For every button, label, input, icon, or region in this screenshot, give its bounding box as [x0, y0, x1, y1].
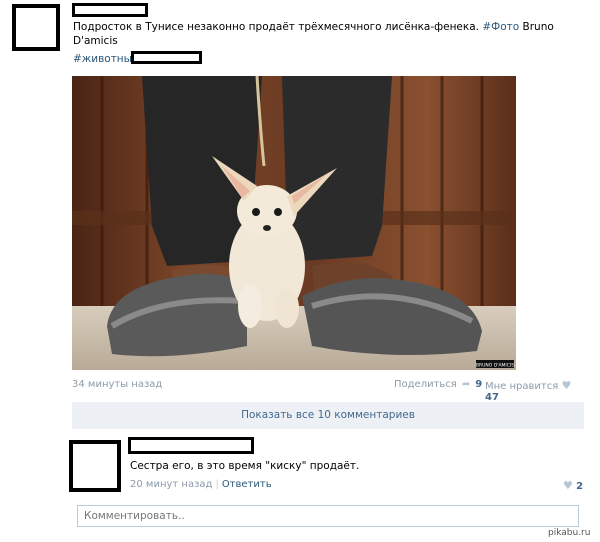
comment-like-count: 2	[576, 481, 584, 492]
share-label: Поделиться	[394, 379, 457, 390]
hashtag-link[interactable]: #животные	[73, 53, 138, 65]
post-time[interactable]: 34 минуты назад	[72, 379, 162, 390]
share-arrow-icon: ➦	[461, 379, 471, 390]
share-count: 9	[475, 379, 483, 390]
comment-input[interactable]	[77, 505, 579, 527]
comment-time[interactable]: 20 минут назад	[130, 479, 212, 490]
watermark: pikabu.ru	[548, 528, 591, 538]
share-button[interactable]: Поделиться ➦ 9	[394, 379, 482, 390]
comment-author-name-redacted[interactable]	[128, 437, 254, 454]
show-all-comments-button[interactable]: Показать все 10 комментариев	[72, 402, 584, 429]
hashtag-suffix-redacted	[131, 51, 202, 64]
heart-icon: ♥	[563, 479, 573, 492]
like-button[interactable]: Мне нравится ♥ 47	[485, 379, 582, 403]
post-text-main: Подросток в Тунисе незаконно продаёт трё…	[73, 21, 480, 33]
comment-like-button[interactable]: ♥ 2	[563, 479, 583, 492]
post-photo[interactable]: BRUNO D'AMICIS	[72, 76, 516, 370]
post-author-avatar-redacted[interactable]	[12, 4, 60, 51]
separator: |	[215, 479, 219, 490]
photo-credit: BRUNO D'AMICIS	[476, 363, 514, 369]
post-meta-row: 34 минуты назад Поделиться ➦ 9 Мне нрави…	[72, 379, 582, 403]
post-author-name-redacted[interactable]	[72, 3, 148, 17]
comment-text: Сестра его, в это время "киску" продаёт.	[130, 460, 360, 472]
reply-button[interactable]: Ответить	[222, 479, 272, 490]
post-text: Подросток в Тунисе незаконно продаёт трё…	[73, 20, 573, 48]
comment-meta: 20 минут назад | Ответить	[130, 479, 272, 490]
like-label: Мне нравится	[485, 381, 559, 392]
comment-author-avatar-redacted[interactable]	[69, 440, 121, 492]
heart-icon: ♥	[561, 379, 572, 392]
photo-tag-link[interactable]: #Фото	[482, 21, 519, 33]
